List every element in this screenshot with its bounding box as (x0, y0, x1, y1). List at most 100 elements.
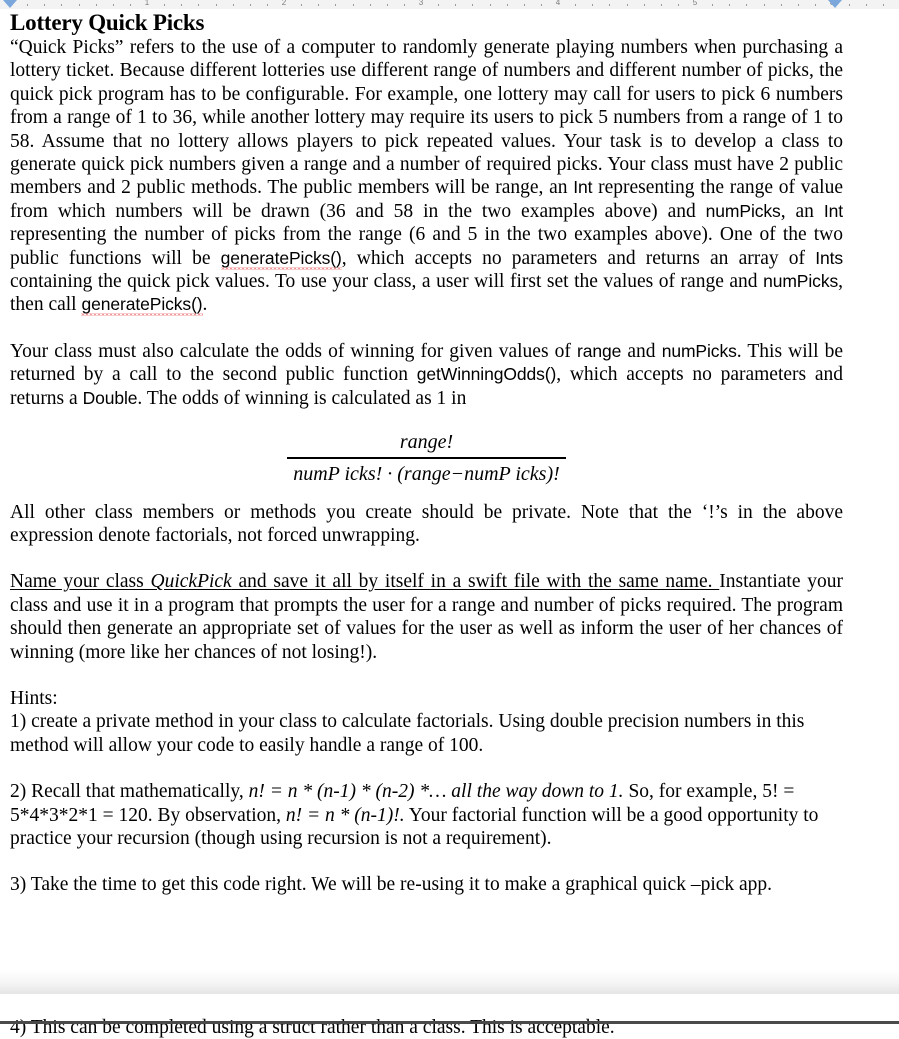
hints-label: Hints: (10, 688, 58, 710)
para2-text-2: and (621, 340, 662, 362)
naming-tail: and save it all by itself in a swift fil… (231, 571, 720, 593)
ruler-tick (643, 4, 645, 6)
para1-text-1: “Quick Picks” refers to the use of a com… (10, 37, 843, 199)
left-indent-marker[interactable] (3, 0, 17, 8)
class-name-quickpick: QuickPick (150, 571, 232, 593)
fraction-denominator: numP icks! · (range−numP icks)! (293, 462, 560, 485)
ruler-tick (866, 4, 868, 6)
code-token-generatepicks-1: generatePicks() (220, 247, 342, 268)
para1-text-3: , an (780, 200, 824, 222)
ruler-tick (27, 4, 29, 6)
ruler-tick (883, 4, 885, 6)
code-token-range: range (577, 340, 622, 361)
ruler-tick (660, 4, 662, 6)
para1-text-6: containing the quick pick values. To use… (10, 271, 764, 293)
ruler-tick (129, 4, 131, 6)
ruler-tick (112, 4, 114, 6)
hint2-italic-2: n! = n * (n-1)!. (285, 804, 405, 826)
ruler-tick (369, 4, 371, 6)
ruler-number: 3 (418, 0, 424, 7)
ruler-tick (472, 4, 474, 6)
fraction: range! numP icks! · (range−numP icks)! (287, 430, 566, 487)
paragraph-odds: Your class must also calculate the odds … (10, 340, 843, 410)
code-token-numpicks-3: numPicks (661, 340, 737, 361)
hint-item-2: 2) Recall that mathematically, n! = n * … (10, 780, 843, 850)
ruler-tick (44, 4, 46, 6)
ruler-tick (455, 4, 457, 6)
right-indent-marker[interactable] (828, 0, 842, 8)
ruler-tick (335, 4, 337, 6)
ruler-number: 1 (144, 0, 150, 7)
odds-equation: range! numP icks! · (range−numP icks)! (10, 410, 843, 501)
ruler-tick (540, 4, 542, 6)
hint-item-3: 3) Take the time to get this code right.… (10, 874, 773, 896)
ruler-tick (403, 4, 405, 6)
ruler-tick (780, 4, 782, 6)
code-token-ints: Ints (815, 247, 843, 268)
ruler-tick (78, 4, 80, 6)
ruler-tick (746, 4, 748, 6)
ruler-tick (592, 4, 594, 6)
ruler-tick (215, 4, 217, 6)
naming-lead: Name your class (10, 571, 151, 593)
ruler-number: 2 (281, 0, 287, 7)
ruler-tick (814, 4, 816, 6)
ruler-tick (763, 4, 765, 6)
ruler-tick (266, 4, 268, 6)
paragraph-private-note: All other class members or methods you c… (10, 501, 843, 546)
ruler-tick (489, 4, 491, 6)
ruler-ticks: 123456 (0, 0, 899, 9)
hint-item-1: 1) create a private method in your class… (10, 711, 805, 756)
ruler-tick (301, 4, 303, 6)
para2-text-5: . The odds of winning is calculated as 1… (137, 387, 467, 409)
page-title: Lottery Quick Picks (10, 10, 205, 35)
ruler-tick (95, 4, 97, 6)
para1-text-8: . (202, 294, 208, 316)
paragraph-spacer-3 (10, 664, 843, 687)
ruler-tick (506, 4, 508, 6)
code-token-int-2: Int (823, 200, 843, 221)
ruler-number: 4 (555, 0, 561, 7)
horizontal-ruler[interactable]: 123456 (0, 0, 899, 9)
code-token-getwinningodds: getWinningOdds() (416, 364, 557, 385)
ruler-tick (609, 4, 611, 6)
paragraph-spacer-1 (10, 317, 843, 340)
ruler-tick (797, 4, 799, 6)
ruler-tick (232, 4, 234, 6)
para1-text-5: , which accepts no parameters and return… (341, 247, 816, 269)
ruler-tick (523, 4, 525, 6)
code-token-int-1: Int (573, 177, 593, 198)
underlined-instruction: Name your class QuickPick and save it al… (10, 571, 719, 592)
ruler-tick (849, 4, 851, 6)
ruler-tick (438, 4, 440, 6)
ruler-tick (575, 4, 577, 6)
ruler-tick (249, 4, 251, 6)
ruler-tick (164, 4, 166, 6)
paragraph-spacer-2 (10, 547, 843, 570)
para2-text-1: Your class must also calculate the odds … (10, 340, 578, 362)
ruler-tick (386, 4, 388, 6)
paragraph-spacer-5 (10, 850, 843, 873)
ruler-tick (318, 4, 320, 6)
paragraph-intro: “Quick Picks” refers to the use of a com… (10, 36, 843, 317)
ruler-tick (729, 4, 731, 6)
ruler-tick (198, 4, 200, 6)
ruler-tick (181, 4, 183, 6)
hint2-italic-1: n! = n * (n-1) * (n-2) *… all the way do… (248, 781, 624, 803)
code-token-double: Double (82, 387, 138, 408)
code-token-numpicks-2: numPicks (763, 271, 839, 292)
hint2-text-1: 2) Recall that mathematically, (10, 781, 249, 803)
ruler-tick (677, 4, 679, 6)
hint-item-4: 4) This can be completed using a struct … (10, 1016, 615, 1038)
fraction-numerator: range! (399, 431, 454, 454)
code-token-numpicks-1: numPicks (705, 200, 781, 221)
code-token-generatepicks-2: generatePicks() (81, 294, 203, 315)
ruler-tick (352, 4, 354, 6)
paragraph-naming: Name your class QuickPick and save it al… (10, 570, 843, 664)
ruler-tick (626, 4, 628, 6)
paragraph-spacer-4 (10, 757, 843, 780)
ruler-tick (61, 4, 63, 6)
ruler-tick (712, 4, 714, 6)
ruler-number: 5 (692, 0, 698, 7)
document-page[interactable]: Lottery Quick Picks “Quick Picks” refers… (0, 9, 899, 987)
